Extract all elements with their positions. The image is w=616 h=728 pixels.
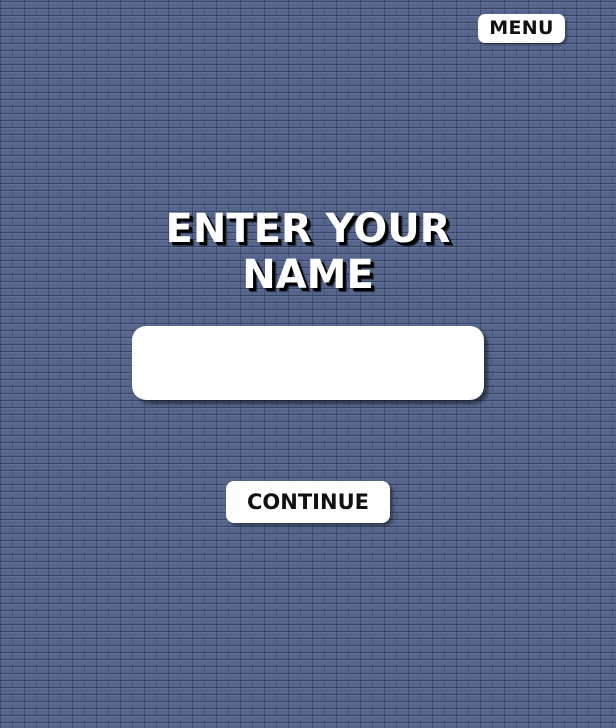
page-title-line-2: NAME: [242, 252, 374, 298]
name-input[interactable]: [132, 326, 484, 400]
continue-button[interactable]: CONTINUE: [226, 481, 390, 523]
menu-button[interactable]: MENU: [478, 14, 565, 43]
page-title-line-1: ENTER YOUR: [165, 206, 451, 252]
page-title: ENTER YOUR NAME: [0, 206, 616, 298]
